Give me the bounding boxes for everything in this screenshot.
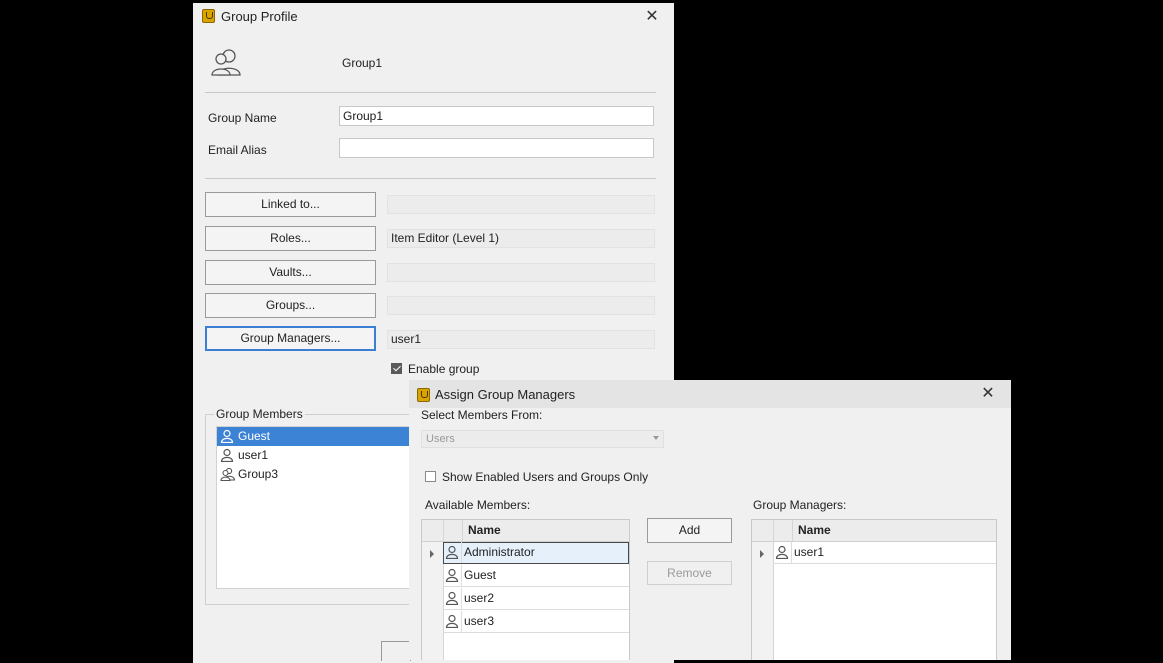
app-icon — [202, 9, 215, 23]
member-name: user1 — [238, 448, 269, 462]
member-name: user3 — [464, 614, 495, 628]
group-name-label: Group Name — [208, 111, 277, 125]
user-icon — [445, 568, 459, 582]
member-name: Group3 — [238, 467, 279, 481]
member-name: Guest — [238, 429, 271, 443]
window-title: Assign Group Managers — [435, 387, 576, 402]
window-title: Group Profile — [221, 9, 298, 24]
assign-titlebar[interactable]: Assign Group Managers ✕ — [409, 380, 1011, 408]
manager-name: user1 — [794, 545, 825, 559]
user-icon — [445, 614, 459, 628]
group-managers-button[interactable]: Group Managers... — [205, 326, 376, 351]
chevron-down-icon — [653, 436, 659, 440]
table-row[interactable]: user2 — [443, 588, 629, 610]
user-icon — [445, 591, 459, 605]
vaults-button[interactable]: Vaults... — [205, 260, 376, 285]
select-from-value: Users — [426, 433, 455, 445]
assign-group-managers-window: Assign Group Managers ✕ Select Members F… — [409, 380, 1011, 660]
close-icon[interactable]: ✕ — [978, 384, 998, 404]
row-indicator-icon — [760, 550, 764, 558]
list-item[interactable]: Group3 — [217, 465, 435, 484]
roles-button[interactable]: Roles... — [205, 226, 376, 251]
email-alias-input[interactable] — [339, 138, 654, 158]
groups-field — [387, 296, 655, 315]
name-column-header[interactable]: Name — [464, 520, 501, 541]
user-icon — [445, 545, 459, 559]
close-icon[interactable]: ✕ — [642, 7, 662, 27]
linked-to-button[interactable]: Linked to... — [205, 192, 376, 217]
member-name: user2 — [464, 591, 495, 605]
list-item[interactable]: user1 — [217, 446, 435, 465]
grid-header: Name — [422, 520, 629, 542]
linked-to-field — [387, 195, 655, 214]
group-managers-grid[interactable]: Name user1 — [751, 519, 997, 660]
group-name-input[interactable]: Group1 — [339, 106, 654, 126]
divider — [205, 92, 656, 93]
ok-button[interactable] — [381, 641, 411, 661]
divider — [205, 178, 656, 179]
header-group-name: Group1 — [342, 56, 383, 70]
table-row[interactable]: user3 — [443, 611, 629, 633]
vaults-field — [387, 263, 655, 282]
show-enabled-label: Show Enabled Users and Groups Only — [442, 470, 649, 484]
group-icon — [211, 49, 241, 76]
grid-header: Name — [752, 520, 996, 542]
user-icon — [220, 429, 234, 443]
table-row[interactable]: Administrator — [443, 542, 629, 564]
member-name: Guest — [464, 568, 497, 582]
available-members-grid[interactable]: Name Administrator Guest user2 user3 — [421, 519, 630, 660]
group-managers-label: Group Managers: — [753, 498, 847, 512]
group-members-list[interactable]: Guest user1 Group3 — [216, 426, 436, 589]
group-profile-titlebar[interactable]: Group Profile ✕ — [193, 3, 674, 30]
app-icon — [417, 388, 430, 402]
row-indicator-icon — [430, 550, 434, 558]
name-column-header[interactable]: Name — [794, 520, 831, 541]
select-from-dropdown[interactable]: Users — [421, 430, 664, 448]
show-enabled-checkbox[interactable] — [425, 471, 436, 482]
add-button[interactable]: Add — [647, 518, 732, 543]
roles-field: Item Editor (Level 1) — [387, 229, 655, 248]
enable-group-checkbox[interactable] — [391, 363, 402, 374]
group-managers-field: user1 — [387, 330, 655, 349]
available-members-label: Available Members: — [425, 498, 531, 512]
member-name: Administrator — [464, 545, 535, 559]
select-from-label: Select Members From: — [421, 408, 543, 422]
list-item[interactable]: Guest — [217, 427, 435, 446]
table-row[interactable]: user1 — [773, 542, 996, 564]
user-icon — [220, 448, 234, 462]
email-alias-label: Email Alias — [208, 143, 267, 157]
group-icon — [220, 467, 235, 481]
user-icon — [775, 545, 789, 559]
remove-button[interactable]: Remove — [647, 561, 732, 585]
groups-button[interactable]: Groups... — [205, 293, 376, 318]
group-members-label: Group Members — [214, 407, 305, 421]
table-row[interactable]: Guest — [443, 565, 629, 587]
enable-group-label: Enable group — [408, 362, 480, 376]
